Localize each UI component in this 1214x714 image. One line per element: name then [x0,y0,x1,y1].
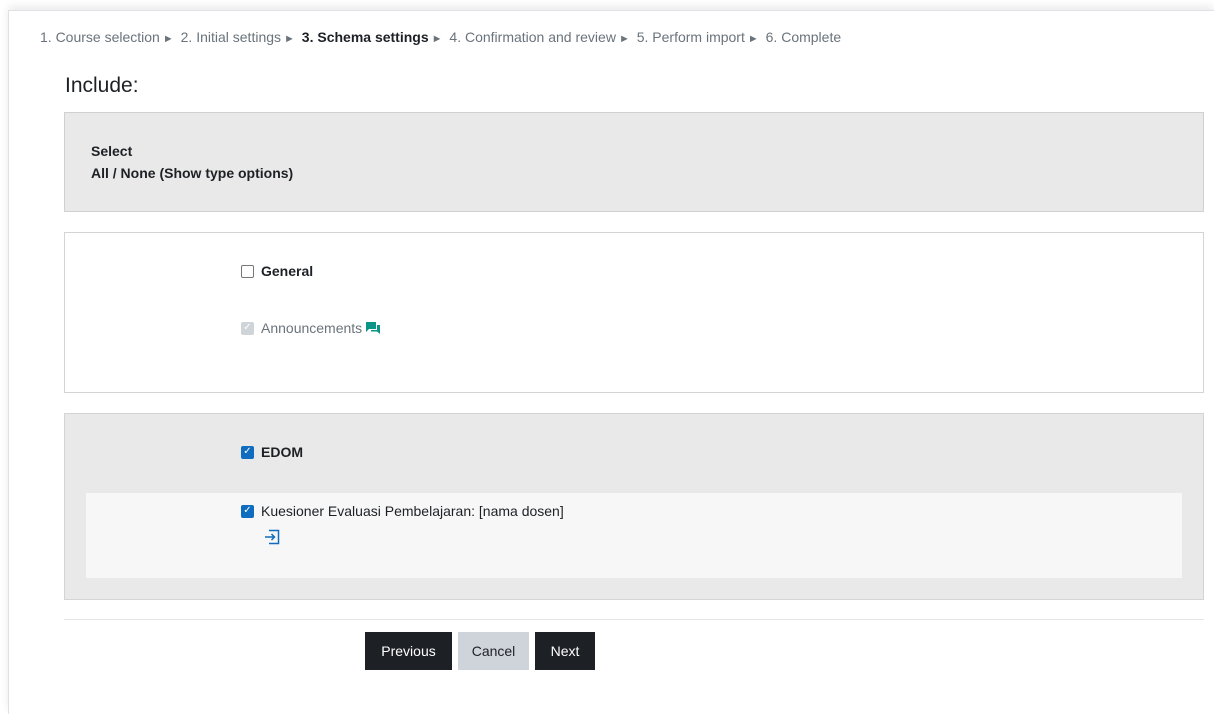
section-edom-row: ✓ EDOM [241,444,303,460]
activity-kuesioner-item: ✓ Kuesioner Evaluasi Pembelajaran: [nama… [241,503,564,519]
step-initial-settings: 2. Initial settings [180,29,282,45]
step-complete: 6. Complete [765,29,842,45]
step-schema-settings: 3. Schema settings [301,29,429,45]
form-divider [64,619,1204,620]
forum-icon [366,322,381,334]
section-general: General ✓ Announcements [64,232,1204,393]
activity-announcements-label: Announcements [261,320,363,336]
next-button[interactable]: Next [535,632,595,670]
activity-kuesioner-label: Kuesioner Evaluasi Pembelajaran: [nama d… [261,503,564,519]
step-separator: ► [162,33,174,45]
section-general-row: General [241,263,313,279]
step-separator: ► [431,33,443,45]
step-perform-import: 5. Perform import [636,29,745,45]
step-separator: ► [747,33,759,45]
section-edom: ✓ EDOM ✓ Kuesioner Evaluasi Pembelajaran… [64,413,1204,600]
select-all-none-panel: Select All / None (Show type options) [64,112,1204,212]
step-course-selection: 1. Course selection [40,29,160,45]
feedback-icon [265,529,280,545]
step-separator: ► [284,33,295,45]
cancel-button[interactable]: Cancel [458,632,529,670]
import-progress-breadcrumb: 1. Course selection ► 2. Initial settings… [40,29,841,45]
activity-kuesioner-row: ✓ Kuesioner Evaluasi Pembelajaran: [nama… [86,493,1182,578]
section-general-checkbox[interactable] [241,264,254,278]
include-heading: Include: [65,74,139,97]
section-edom-label: EDOM [261,444,303,460]
activity-announcements-row: ✓ Announcements [241,320,381,336]
activity-kuesioner-checkbox[interactable]: ✓ [241,504,254,518]
step-separator: ► [618,33,630,45]
section-general-label: General [261,263,314,279]
section-edom-checkbox[interactable]: ✓ [241,445,254,459]
previous-button[interactable]: Previous [365,632,452,670]
select-label: Select [91,143,133,159]
step-confirmation-review: 4. Confirmation and review [449,29,616,45]
select-all-none-link[interactable]: All / None (Show type options) [91,165,293,181]
activity-announcements-checkbox[interactable]: ✓ [241,321,254,335]
